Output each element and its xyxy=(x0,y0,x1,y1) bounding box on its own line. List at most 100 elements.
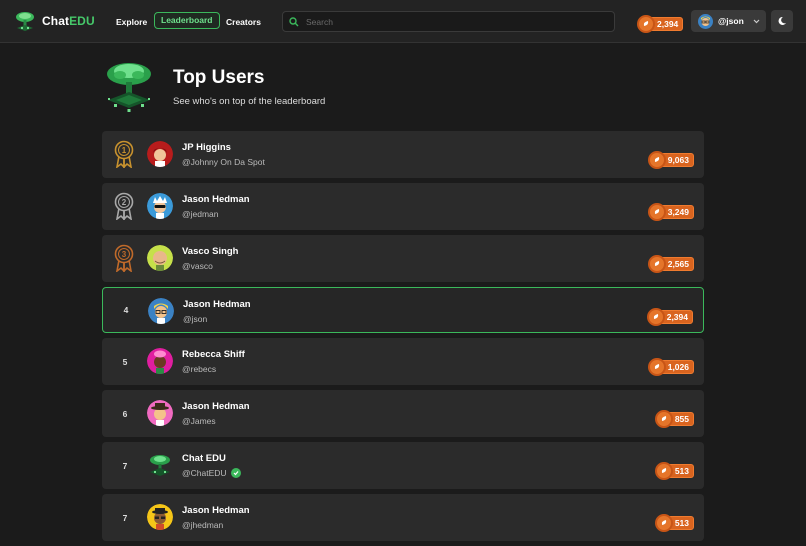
nav-coin-value: 2,394 xyxy=(657,19,679,29)
coin-score: 513 xyxy=(654,461,694,480)
user-name[interactable]: Chat EDU xyxy=(182,453,226,464)
coin-score: 1,026 xyxy=(647,357,694,376)
svg-text:3: 3 xyxy=(122,250,127,259)
coin-score: 855 xyxy=(654,409,694,428)
search-icon xyxy=(289,16,299,26)
leaderboard-tree-icon xyxy=(107,63,151,112)
nav-explore[interactable]: Explore xyxy=(116,13,147,31)
rank-number: 7 xyxy=(122,460,128,471)
user-handle-row: @jedman xyxy=(182,209,219,219)
user-handle: @json xyxy=(183,314,208,324)
user-handle-row: @ChatEDU xyxy=(182,468,241,478)
coin-icon xyxy=(637,15,655,33)
page-title: Top Users xyxy=(173,67,265,88)
user-handle-row: @James xyxy=(182,416,216,426)
coin-value: 9,063 xyxy=(667,155,689,165)
coin-icon xyxy=(647,255,666,273)
coin-icon xyxy=(654,410,673,428)
brand-text-edu: EDU xyxy=(69,14,95,28)
avatar[interactable] xyxy=(147,141,173,167)
nav-coin-balance[interactable]: 2,394 xyxy=(637,14,684,33)
rank-number: 4 xyxy=(123,305,129,315)
coin-icon xyxy=(646,308,665,326)
user-handle: @James xyxy=(182,416,216,426)
coin-value: 513 xyxy=(674,466,689,476)
avatar xyxy=(698,13,713,29)
search-input[interactable]: Search xyxy=(282,11,615,32)
coin-score: 3,249 xyxy=(647,202,694,221)
bronze-medal-icon: 3 xyxy=(113,244,135,273)
svg-text:2: 2 xyxy=(122,198,127,207)
leaderboard-row[interactable]: 7 Chat EDU @ChatEDU 513 xyxy=(102,442,704,489)
leaderboard-row[interactable]: 7 Jason Hedman @jhedman 513 xyxy=(102,494,704,541)
user-handle: @rebecs xyxy=(182,364,217,374)
coin-icon xyxy=(647,358,666,376)
silver-medal-icon: 2 xyxy=(113,192,135,221)
coin-value: 2,394 xyxy=(666,312,688,322)
avatar[interactable] xyxy=(147,245,173,271)
nav-leaderboard[interactable]: Leaderboard xyxy=(154,12,220,29)
brand-logo-link[interactable]: ChatEDU xyxy=(14,10,95,32)
user-name[interactable]: Jason Hedman xyxy=(182,505,250,516)
coin-icon xyxy=(654,514,673,532)
leaderboard-row[interactable]: 1 JP Higgins @Johnny On Da Spot 9,063 xyxy=(102,131,704,178)
user-handle: @jhedman xyxy=(182,520,224,530)
user-handle-row: @json xyxy=(183,314,207,324)
user-handle: @ChatEDU xyxy=(182,468,227,478)
avatar[interactable] xyxy=(147,348,173,374)
coin-score: 2,394 xyxy=(646,307,693,326)
avatar[interactable] xyxy=(147,452,173,478)
coin-icon xyxy=(654,462,673,480)
rank-number: 5 xyxy=(122,356,128,367)
tree-logo-icon xyxy=(16,12,34,31)
coin-value: 3,249 xyxy=(667,207,689,217)
user-handle: @json xyxy=(718,16,744,26)
top-nav: ChatEDU Explore Leaderboard Creators Sea… xyxy=(0,0,806,43)
search-placeholder: Search xyxy=(306,16,333,27)
coin-score: 9,063 xyxy=(647,150,694,169)
avatar[interactable] xyxy=(147,193,173,219)
leaderboard-row[interactable]: 5 Rebecca Shiff @rebecs 1,026 xyxy=(102,338,704,385)
moon-icon xyxy=(778,16,786,25)
rank-number: 7 xyxy=(122,512,128,523)
avatar[interactable] xyxy=(147,504,173,530)
avatar[interactable] xyxy=(148,298,174,324)
rank-number: 6 xyxy=(122,408,128,419)
coin-value: 1,026 xyxy=(667,362,689,372)
coin-value: 2,565 xyxy=(667,259,689,269)
verified-badge-icon xyxy=(230,468,241,478)
coin-value: 513 xyxy=(674,518,689,528)
svg-text:1: 1 xyxy=(122,146,127,155)
user-handle-row: @Johnny On Da Spot xyxy=(182,157,265,167)
user-name[interactable]: Jason Hedman xyxy=(183,299,251,310)
leaderboard-row[interactable]: 2 Jason Hedman @jedman 3,249 xyxy=(102,183,704,230)
user-handle: @Johnny On Da Spot xyxy=(182,157,265,167)
user-name[interactable]: Jason Hedman xyxy=(182,401,250,412)
brand-text-chat: Chat xyxy=(42,14,70,28)
user-name[interactable]: Jason Hedman xyxy=(182,194,250,205)
coin-score: 2,565 xyxy=(647,254,694,273)
coin-value: 855 xyxy=(674,414,689,424)
user-handle: @jedman xyxy=(182,209,219,219)
user-menu-button[interactable]: @json xyxy=(691,10,766,32)
user-handle: @vasco xyxy=(182,261,213,271)
coin-score: 513 xyxy=(654,513,694,532)
coin-icon xyxy=(647,203,666,221)
gold-medal-icon: 1 xyxy=(113,140,135,169)
leaderboard-list: 1 JP Higgins @Johnny On Da Spot 9,063 2 Jason… xyxy=(102,131,704,546)
user-name[interactable]: JP Higgins xyxy=(182,142,231,153)
leaderboard-row[interactable]: 4 Jason Hedman @json 2,394 xyxy=(102,287,704,333)
user-handle-row: @rebecs xyxy=(182,364,216,374)
coin-icon xyxy=(647,151,666,169)
page-subtitle: See who's on top of the leaderboard xyxy=(173,96,326,107)
avatar[interactable] xyxy=(147,400,173,426)
user-name[interactable]: Rebecca Shiff xyxy=(182,349,245,360)
leaderboard-row[interactable]: 3 Vasco Singh @vasco 2,565 xyxy=(102,235,704,282)
user-handle-row: @vasco xyxy=(182,261,213,271)
user-handle-row: @jhedman xyxy=(182,520,223,530)
user-name[interactable]: Vasco Singh xyxy=(182,246,239,257)
chevron-down-icon xyxy=(753,19,760,23)
leaderboard-row[interactable]: 6 Jason Hedman @James 855 xyxy=(102,390,704,437)
theme-toggle-button[interactable] xyxy=(771,10,793,32)
nav-creators[interactable]: Creators xyxy=(226,13,261,31)
